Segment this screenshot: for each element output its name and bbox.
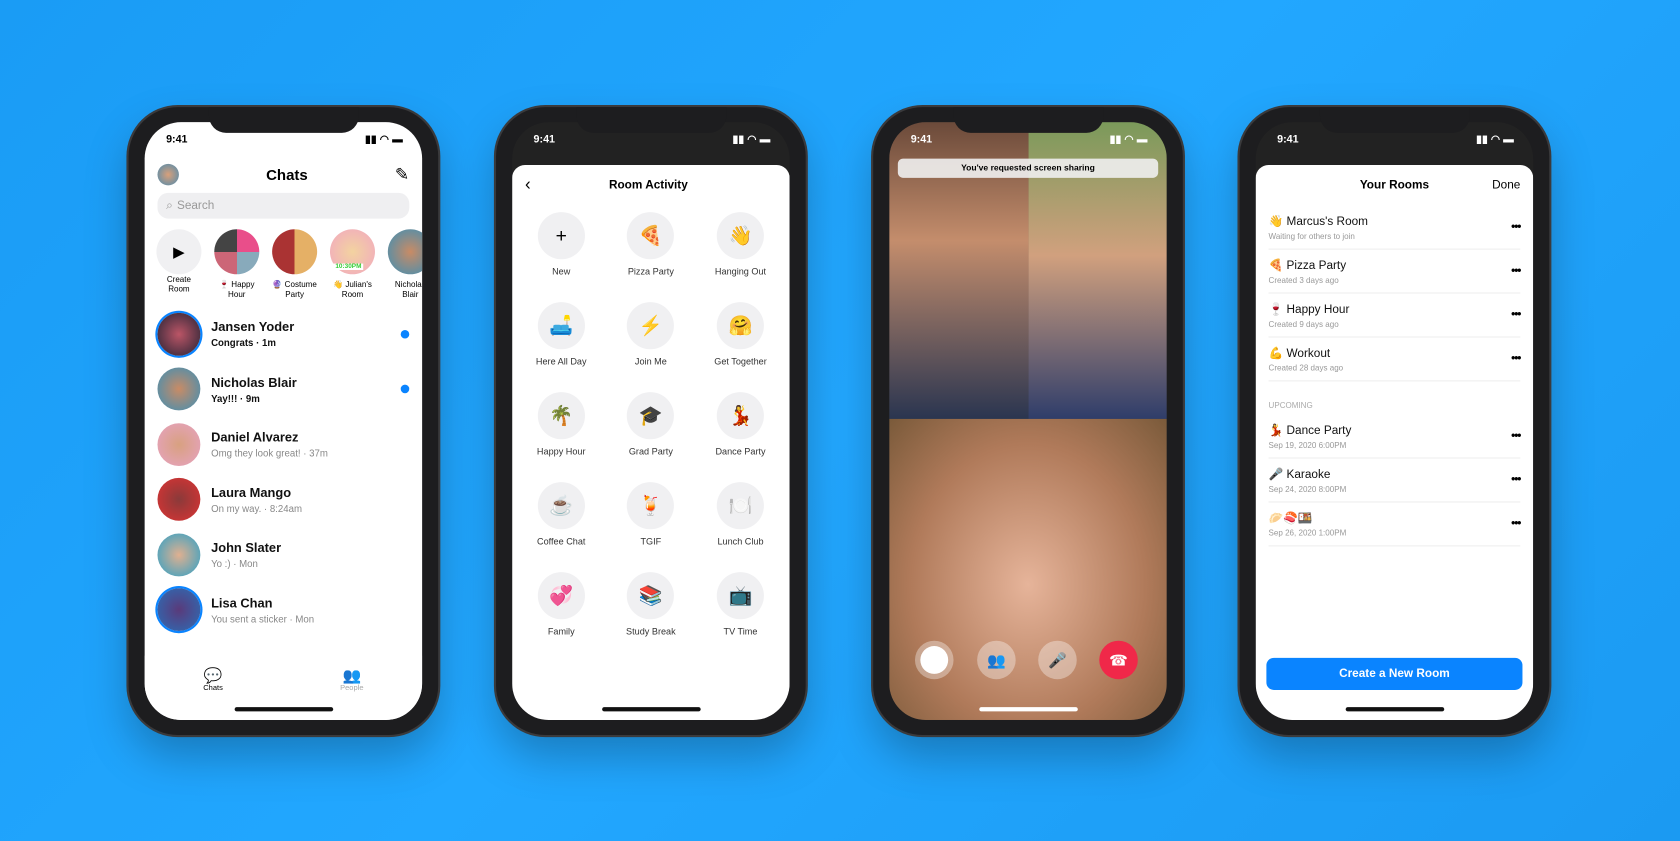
activity-option[interactable]: 📚 Study Break xyxy=(606,572,696,636)
search-input[interactable]: ⌕ Search xyxy=(157,192,410,219)
more-options-icon[interactable]: ••• xyxy=(1511,430,1521,443)
activity-icon: 🌴 xyxy=(537,392,585,440)
more-options-icon[interactable]: ••• xyxy=(1511,265,1521,278)
upcoming-rooms-list: 💃 Dance Party Sep 19, 2020 6:00PM ••• 🎤 Kar… xyxy=(1256,415,1533,547)
activity-icon: 💃 xyxy=(716,392,765,440)
end-call-button[interactable]: ☎ xyxy=(1099,640,1138,680)
room-story[interactable]: 10:30PM 👋 Julian's Room xyxy=(329,229,376,299)
activity-option[interactable]: 🛋️ Here All Day xyxy=(516,302,606,366)
activity-icon: 🍽️ xyxy=(716,482,765,530)
activity-option[interactable]: + New xyxy=(516,212,606,276)
compose-icon[interactable]: ✎ xyxy=(395,164,409,185)
participants-button[interactable]: 👥 xyxy=(977,640,1016,680)
phone-chats: 9:41 ▮▮ ◠ ▬ Chats ✎ ⌕ Search ▶ Create Room … xyxy=(128,107,439,735)
activity-grid: + New 🍕 Pizza Party 👋 Hanging Out 🛋️ Here All D… xyxy=(512,212,789,636)
unread-dot xyxy=(400,329,410,339)
phone-room-activity: 9:41 ▮▮ ◠ ▬ ‹ Room Activity + New 🍕 Pizza Pa… xyxy=(496,107,806,735)
microphone-button[interactable]: 🎤 xyxy=(1038,640,1077,680)
status-time: 9:41 xyxy=(166,133,188,146)
screen-share-banner: You've requested screen sharing xyxy=(897,158,1159,178)
room-row[interactable]: 🍷 Happy Hour Created 9 days ago ••• xyxy=(1268,294,1521,338)
chat-row[interactable]: Nicholas Blair Yay!!! · 9m xyxy=(145,362,422,417)
create-room-button[interactable]: ▶ Create Room xyxy=(155,229,202,299)
chat-row[interactable]: Daniel Alvarez Omg they look great! · 37m xyxy=(145,417,422,472)
activity-option[interactable]: ⚡ Join Me xyxy=(606,302,696,366)
chat-row[interactable]: Lisa Chan You sent a sticker · Mon xyxy=(145,582,422,637)
activity-option[interactable]: 💞 Family xyxy=(516,572,606,636)
sheet-title: Room Activity xyxy=(608,178,688,192)
room-row[interactable]: 💪 Workout Created 28 days ago ••• xyxy=(1268,337,1521,382)
chat-list: Jansen Yoder Congrats · 1m Nicholas Blair… xyxy=(145,306,422,637)
chat-bubble-icon: 💬 xyxy=(203,666,223,684)
activity-icon: 🍕 xyxy=(627,212,675,260)
tab-chats[interactable]: 💬 Chats xyxy=(203,666,223,720)
activity-icon: 🎓 xyxy=(627,392,675,440)
activity-option[interactable]: 🎓 Grad Party xyxy=(606,392,696,456)
activity-option[interactable]: 👋 Hanging Out xyxy=(696,212,786,276)
room-story[interactable]: Nicholas Blair xyxy=(387,229,423,299)
room-row[interactable]: 👋 Marcus's Room Waiting for others to joi… xyxy=(1268,206,1521,250)
search-icon: ⌕ xyxy=(166,198,173,212)
activity-option[interactable]: 🤗 Get Together xyxy=(696,302,786,366)
activity-icon: 🤗 xyxy=(716,302,765,350)
room-row[interactable]: 🥟🍣🍱 Sep 26, 2020 1:00PM ••• xyxy=(1268,502,1521,547)
room-story[interactable]: 🍷 Happy Hour xyxy=(213,229,260,299)
phone-your-rooms: 9:41 ▮▮ ◠ ▬ Your Rooms Done 👋 Marcus's Ro… xyxy=(1239,107,1550,735)
activity-option[interactable]: 🍹 TGIF xyxy=(606,482,696,546)
room-emoji: 🎤 xyxy=(1268,467,1284,481)
activity-icon: 🛋️ xyxy=(537,302,585,350)
upcoming-header: UPCOMING xyxy=(1268,400,1313,411)
chat-row[interactable]: Laura Mango On my way. · 8:24am xyxy=(145,472,422,527)
room-emoji: 💃 xyxy=(1268,423,1284,437)
room-story[interactable]: 🔮 Costume Party xyxy=(271,229,318,299)
activity-icon: 👋 xyxy=(716,212,765,260)
room-emoji: 🥟🍣🍱 xyxy=(1268,511,1313,525)
activity-icon: ☕ xyxy=(537,482,585,530)
page-title: Chats xyxy=(266,166,308,184)
active-rooms-list: 👋 Marcus's Room Waiting for others to joi… xyxy=(1256,206,1533,382)
sheet-title: Your Rooms xyxy=(1359,178,1430,192)
activity-option[interactable]: 💃 Dance Party xyxy=(696,392,786,456)
activity-icon: 🍹 xyxy=(627,482,675,530)
status-icons: ▮▮ ◠ ▬ xyxy=(365,133,403,146)
chat-row[interactable]: Jansen Yoder Congrats · 1m xyxy=(145,306,422,361)
people-icon: 👥 xyxy=(342,666,362,684)
room-emoji: 🍷 xyxy=(1268,302,1284,316)
activity-option[interactable]: 🍕 Pizza Party xyxy=(606,212,696,276)
activity-option[interactable]: 📺 TV Time xyxy=(696,572,786,636)
room-row[interactable]: 💃 Dance Party Sep 19, 2020 6:00PM ••• xyxy=(1268,415,1521,459)
more-options-icon[interactable]: ••• xyxy=(1511,517,1521,530)
activity-option[interactable]: 🍽️ Lunch Club xyxy=(696,482,786,546)
room-row[interactable]: 🍕 Pizza Party Created 3 days ago ••• xyxy=(1268,250,1521,294)
room-row[interactable]: 🎤 Karaoke Sep 24, 2020 8:00PM ••• xyxy=(1268,459,1521,503)
activity-icon: + xyxy=(537,212,585,260)
more-options-icon[interactable]: ••• xyxy=(1511,474,1521,487)
activity-option[interactable]: 🌴 Happy Hour xyxy=(516,392,606,456)
activity-icon: 📺 xyxy=(716,572,765,620)
activity-icon: 💞 xyxy=(537,572,585,620)
rooms-strip: ▶ Create Room 🍷 Happy Hour 🔮 Costume Part… xyxy=(155,229,423,299)
unread-dot xyxy=(400,384,410,394)
more-options-icon[interactable]: ••• xyxy=(1511,352,1521,365)
chat-row[interactable]: John Slater Yo :) · Mon xyxy=(145,527,422,582)
camera-toggle-button[interactable] xyxy=(914,640,954,680)
phone-video-call: 9:41 ▮▮ ◠ ▬ You've requested screen shari… xyxy=(873,107,1183,735)
more-options-icon[interactable]: ••• xyxy=(1511,309,1521,322)
activity-icon: 📚 xyxy=(627,572,675,620)
activity-icon: ⚡ xyxy=(627,302,675,350)
room-emoji: 👋 xyxy=(1268,214,1284,228)
done-button[interactable]: Done xyxy=(1492,179,1520,192)
tab-people[interactable]: 👥 People xyxy=(340,666,363,720)
room-emoji: 💪 xyxy=(1268,346,1284,360)
profile-avatar[interactable] xyxy=(157,163,179,186)
room-emoji: 🍕 xyxy=(1268,258,1284,272)
activity-option[interactable]: ☕ Coffee Chat xyxy=(516,482,606,546)
create-room-button[interactable]: Create a New Room xyxy=(1266,657,1523,690)
more-options-icon[interactable]: ••• xyxy=(1511,221,1521,234)
video-plus-icon: ▶ xyxy=(156,229,202,275)
